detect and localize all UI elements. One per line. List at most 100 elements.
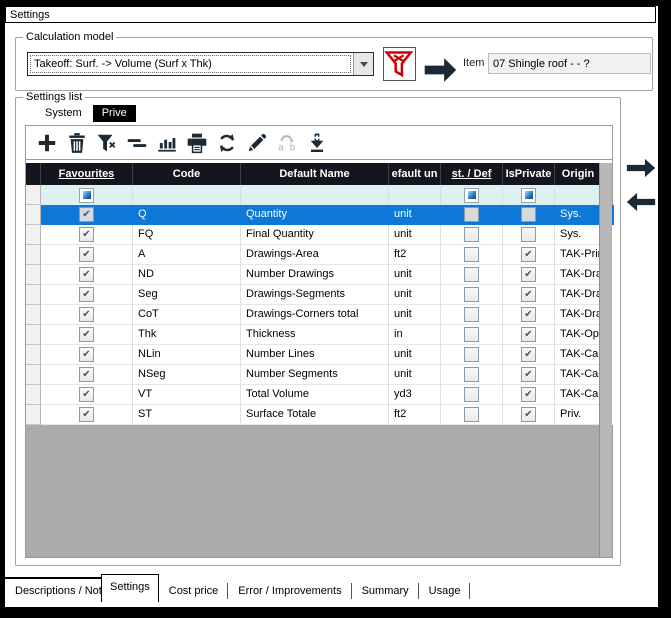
checkbox-checked[interactable]: ✔ (79, 267, 94, 282)
checkbox-unchecked[interactable] (464, 387, 479, 402)
vertical-scrollbar[interactable] (599, 163, 612, 557)
chart-button[interactable] (152, 130, 182, 156)
table-row[interactable]: ✔SegDrawings-Segmentsunit✔TAK-Draw (26, 285, 614, 305)
delete-button[interactable] (62, 130, 92, 156)
filter-toggle-icon[interactable] (521, 188, 536, 203)
table-row[interactable]: ✔VTTotal Volumeyd3✔TAK-Calc (26, 385, 614, 405)
compare-button[interactable] (122, 130, 152, 156)
checkbox-checked[interactable]: ✔ (521, 387, 536, 402)
row-selector[interactable] (26, 245, 41, 265)
move-left-button[interactable] (625, 191, 657, 213)
table-row[interactable]: ✔QQuantityunitSys. (26, 205, 614, 225)
checkbox-checked[interactable]: ✔ (521, 267, 536, 282)
checkbox-checked[interactable]: ✔ (79, 307, 94, 322)
bottom-tab-settings[interactable]: Settings (101, 574, 159, 602)
row-selector[interactable] (26, 325, 41, 345)
move-right-button[interactable] (625, 157, 657, 179)
filter-button[interactable] (92, 130, 122, 156)
checkbox-checked[interactable]: ✔ (79, 247, 94, 262)
filter-cell[interactable] (441, 185, 503, 205)
bottom-tab-error-improvements[interactable]: Error / Improvements (228, 580, 351, 602)
column-header-selector[interactable] (26, 163, 41, 185)
column-header-efault-un[interactable]: efault un (389, 163, 441, 185)
checkbox-unchecked[interactable] (464, 227, 479, 242)
checkbox-unchecked[interactable] (521, 207, 536, 222)
calculation-model-dropdown[interactable]: Takeoff: Surf. -> Volume (Surf x Thk) (27, 52, 374, 76)
cell: Total Volume (241, 385, 389, 405)
checkbox-checked[interactable]: ✔ (79, 287, 94, 302)
column-header-st-def[interactable]: st. / Def (441, 163, 503, 185)
table-row[interactable]: ✔ThkThicknessin✔TAK-Opti (26, 325, 614, 345)
tab-prive[interactable]: Prive (93, 105, 136, 122)
row-selector[interactable] (26, 345, 41, 365)
checkbox-checked[interactable]: ✔ (521, 367, 536, 382)
table-row[interactable]: ✔ADrawings-Areaft2✔TAK-Princ (26, 245, 614, 265)
row-selector[interactable] (26, 285, 41, 305)
row-selector[interactable] (26, 405, 41, 425)
column-header-default-name[interactable]: Default Name (241, 163, 389, 185)
checkbox-checked[interactable]: ✔ (79, 347, 94, 362)
cell: CoT (133, 305, 241, 325)
bottom-tab-summary[interactable]: Summary (352, 580, 419, 602)
tab-system[interactable]: System (36, 105, 91, 122)
checkbox-unchecked[interactable] (464, 367, 479, 382)
checkbox-unchecked[interactable] (464, 207, 479, 222)
checkbox-unchecked[interactable] (464, 307, 479, 322)
dropdown-arrow-button[interactable] (353, 53, 373, 75)
checkbox-checked[interactable]: ✔ (79, 367, 94, 382)
filter-cell[interactable] (503, 185, 555, 205)
checkbox-unchecked[interactable] (464, 287, 479, 302)
checkbox-unchecked[interactable] (464, 327, 479, 342)
row-selector[interactable] (26, 305, 41, 325)
checkbox-unchecked[interactable] (464, 407, 479, 422)
bottom-tab-cost-price[interactable]: Cost price (159, 580, 229, 602)
column-header-code[interactable]: Code (133, 163, 241, 185)
checkbox-checked[interactable]: ✔ (79, 227, 94, 242)
checkbox-checked[interactable]: ✔ (521, 407, 536, 422)
import-button[interactable] (302, 130, 332, 156)
table-row[interactable]: ✔CoTDrawings-Corners totalunit✔TAK-Draw (26, 305, 614, 325)
checkbox-checked[interactable]: ✔ (79, 387, 94, 402)
checkbox-checked[interactable]: ✔ (79, 407, 94, 422)
filter-cell[interactable] (41, 185, 133, 205)
column-header-isprivate[interactable]: IsPrivate (503, 163, 555, 185)
checkbox-checked[interactable]: ✔ (521, 327, 536, 342)
print-button[interactable] (182, 130, 212, 156)
checkbox-unchecked[interactable] (464, 347, 479, 362)
filter-toggle-icon[interactable] (464, 188, 479, 203)
checkbox-checked[interactable]: ✔ (521, 307, 536, 322)
cell (441, 305, 503, 325)
edit-button[interactable] (242, 130, 272, 156)
row-selector[interactable] (26, 365, 41, 385)
row-selector[interactable] (26, 205, 41, 225)
row-selector[interactable] (26, 225, 41, 245)
checkbox-checked[interactable]: ✔ (79, 327, 94, 342)
filter-toggle-icon[interactable] (79, 188, 94, 203)
checkbox-unchecked[interactable] (521, 227, 536, 242)
refresh-button[interactable] (212, 130, 242, 156)
row-selector[interactable] (26, 385, 41, 405)
table-row[interactable]: ✔NSegNumber Segmentsunit✔TAK-Calc (26, 365, 614, 385)
checkbox-checked[interactable]: ✔ (521, 347, 536, 362)
column-header-origin[interactable]: Origin (555, 163, 601, 185)
pencil-icon (246, 132, 268, 154)
add-button[interactable] (32, 130, 62, 156)
column-header-favourites[interactable]: Favourites (41, 163, 133, 185)
checkbox-checked[interactable]: ✔ (521, 287, 536, 302)
table-row[interactable]: ✔NLinNumber Linesunit✔TAK-Calc (26, 345, 614, 365)
bottom-tab-descriptions-notes[interactable]: Descriptions / Notes (5, 580, 101, 602)
apply-model-arrow[interactable] (422, 52, 458, 76)
row-selector[interactable] (26, 265, 41, 285)
bottom-tab-usage[interactable]: Usage (419, 580, 471, 602)
item-field[interactable]: 07 Shingle roof - - ? (488, 53, 651, 74)
checkbox-checked[interactable]: ✔ (79, 207, 94, 222)
checkbox-unchecked[interactable] (464, 247, 479, 262)
model-filter-button[interactable] (383, 47, 416, 81)
table-row[interactable]: ✔STSurface Totaleft2✔Priv. (26, 405, 614, 425)
table-row[interactable]: ✔FQFinal QuantityunitSys. (26, 225, 614, 245)
cell: ✔ (41, 245, 133, 265)
checkbox-unchecked[interactable] (464, 267, 479, 282)
table-row[interactable]: ✔NDNumber Drawingsunit✔TAK-Draw (26, 265, 614, 285)
rename-button[interactable]: ab (272, 130, 302, 156)
checkbox-checked[interactable]: ✔ (521, 247, 536, 262)
